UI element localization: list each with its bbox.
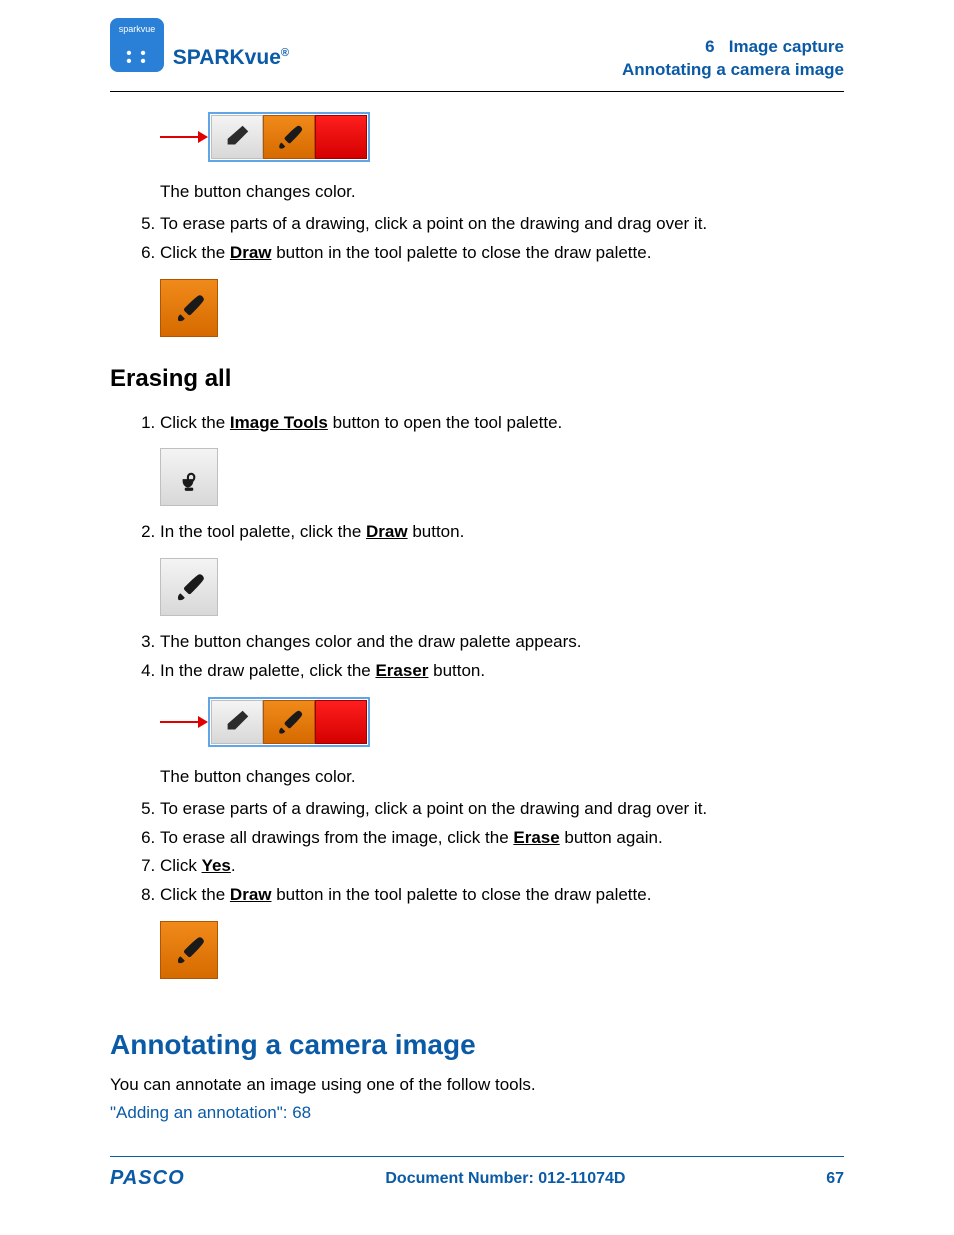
draw-palette-illustration <box>160 112 370 162</box>
step-item: To erase parts of a drawing, click a poi… <box>160 797 844 821</box>
step-item: In the draw palette, click the Eraser bu… <box>160 659 844 683</box>
chapter-number: 6 <box>705 37 714 56</box>
steps-list: Click the Image Tools button to open the… <box>110 411 844 435</box>
step-text: button again. <box>560 828 663 847</box>
document-number: Document Number: 012-11074D <box>385 1170 625 1188</box>
step-text: To erase parts of a drawing, click a poi… <box>160 799 707 818</box>
draw-palette <box>208 697 370 747</box>
steps-list: To erase parts of a drawing, click a poi… <box>110 797 844 907</box>
steps-list: To erase parts of a drawing, click a poi… <box>110 212 844 265</box>
page-content: The button changes color. To erase parts… <box>110 112 844 1123</box>
ui-label: Draw <box>366 522 408 541</box>
image-tools-icon-illustration <box>160 448 844 506</box>
page-number: 67 <box>826 1170 844 1188</box>
step-text: button in the tool palette to close the … <box>272 885 652 904</box>
step-text: The button changes color and the draw pa… <box>160 632 582 651</box>
step-text: In the draw palette, click the <box>160 661 375 680</box>
arrow-line-icon <box>160 136 204 138</box>
ui-label: Draw <box>230 885 272 904</box>
cross-reference-link[interactable]: "Adding an annotation": 68 <box>110 1103 311 1122</box>
brand-registered-icon: ® <box>281 47 289 59</box>
brand-text: SPARKvue <box>173 46 281 69</box>
caption-text: The button changes color. <box>160 767 844 787</box>
ui-label: Draw <box>230 243 272 262</box>
step-item: Click the Draw button in the tool palett… <box>160 241 844 265</box>
logo-wordmark: sparkvue <box>110 18 164 34</box>
footer-rule <box>110 1156 844 1157</box>
step-item: Click Yes. <box>160 854 844 878</box>
page: sparkvue • •• • SPARKvue® 6 Image captur… <box>0 0 954 1235</box>
step-item: Click the Image Tools button to open the… <box>160 411 844 435</box>
draw-icon-illustration <box>160 279 844 337</box>
step-text: To erase all drawings from the image, cl… <box>160 828 513 847</box>
step-text: button to open the tool palette. <box>328 413 562 432</box>
step-text: button. <box>408 522 465 541</box>
color-swatch-icon <box>315 700 367 744</box>
eraser-icon <box>211 115 263 159</box>
step-text: button. <box>428 661 485 680</box>
body-text: You can annotate an image using one of t… <box>110 1075 844 1095</box>
draw-palette <box>208 112 370 162</box>
step-text: Click <box>160 856 202 875</box>
brush-icon <box>263 115 315 159</box>
brand-name: SPARKvue® <box>173 18 289 93</box>
section-title: Annotating a camera image <box>622 60 844 79</box>
chapter-title: Image capture <box>729 37 844 56</box>
step-item: To erase all drawings from the image, cl… <box>160 826 844 850</box>
page-header: sparkvue • •• • SPARKvue® 6 Image captur… <box>110 18 844 88</box>
step-item: In the tool palette, click the Draw butt… <box>160 520 844 544</box>
color-swatch-icon <box>315 115 367 159</box>
ui-label: Eraser <box>375 661 428 680</box>
step-item: Click the Draw button in the tool palett… <box>160 883 844 907</box>
logo-dots-icon: • •• • <box>110 50 164 66</box>
steps-list: The button changes color and the draw pa… <box>110 630 844 683</box>
section-heading: Erasing all <box>110 365 844 393</box>
caption-text: The button changes color. <box>160 182 844 202</box>
page-footer: PASCO Document Number: 012-11074D 67 <box>110 1148 844 1191</box>
draw-icon-illustration <box>160 921 844 979</box>
step-item: The button changes color and the draw pa… <box>160 630 844 654</box>
eraser-icon <box>211 700 263 744</box>
brush-icon <box>160 279 218 337</box>
step-text: Click the <box>160 885 230 904</box>
step-text: In the tool palette, click the <box>160 522 366 541</box>
step-text: Click the <box>160 243 230 262</box>
step-text: Click the <box>160 413 230 432</box>
draw-icon-illustration <box>160 558 844 616</box>
ui-label: Yes <box>202 856 231 875</box>
brush-icon <box>160 921 218 979</box>
step-text: To erase parts of a drawing, click a poi… <box>160 214 707 233</box>
steps-list: In the tool palette, click the Draw butt… <box>110 520 844 544</box>
footer-row: PASCO Document Number: 012-11074D 67 <box>110 1167 844 1190</box>
breadcrumb: 6 Image capture Annotating a camera imag… <box>622 36 844 82</box>
ui-label: Erase <box>513 828 559 847</box>
step-text: . <box>231 856 236 875</box>
brush-icon <box>160 558 218 616</box>
arrow-line-icon <box>160 721 204 723</box>
section-heading-major: Annotating a camera image <box>110 1029 844 1061</box>
ui-label: Image Tools <box>230 413 328 432</box>
draw-palette-illustration <box>160 697 370 747</box>
image-tools-icon <box>160 448 218 506</box>
step-item: To erase parts of a drawing, click a poi… <box>160 212 844 236</box>
footer-logo: PASCO <box>110 1167 185 1190</box>
brush-icon <box>263 700 315 744</box>
step-text: button in the tool palette to close the … <box>272 243 652 262</box>
app-logo: sparkvue • •• • <box>110 18 164 72</box>
